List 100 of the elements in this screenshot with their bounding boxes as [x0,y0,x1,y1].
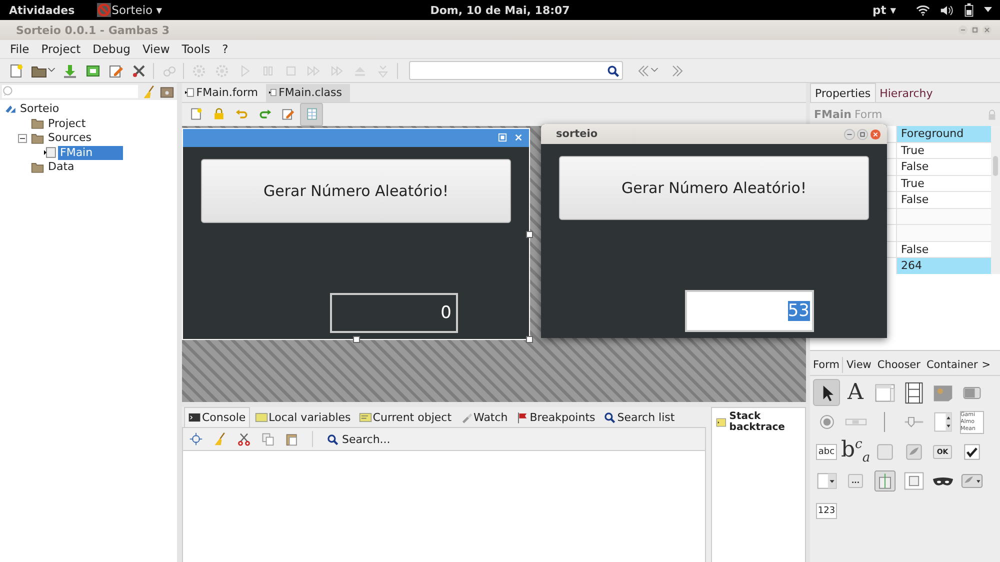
panel-tab[interactable]: Watch [456,407,511,428]
toolbox-tab[interactable]: Form [810,357,844,373]
generate-button[interactable]: Gerar Número Aleatório! [559,156,869,220]
property-value[interactable]: True [897,142,991,158]
menu-item[interactable]: File [4,42,36,56]
volume-icon[interactable] [940,4,954,16]
menu-item[interactable]: Project [35,42,87,56]
folder-icon [30,132,45,145]
menu-item[interactable]: Debug [86,42,136,56]
minimize-icon[interactable] [844,128,855,140]
mask-icon [932,476,952,486]
no-entry-icon [96,3,111,17]
menu-item[interactable]: View [136,42,176,56]
close-icon[interactable] [870,128,881,140]
file-icon [185,87,194,98]
window-title: sorteio [556,128,598,140]
more-tabs-button[interactable]: > [980,359,992,371]
panel-tab[interactable]: Console [184,406,250,428]
crosshair-icon[interactable] [189,432,203,446]
activities-button[interactable]: Atividades [0,4,85,16]
object-icon [358,410,372,424]
maximize-icon [498,133,507,142]
spin-box-icon [932,411,954,433]
property-value[interactable]: False [897,242,991,257]
toolbox-item[interactable]: 123 [813,497,840,524]
file-icon [269,87,277,98]
property-value[interactable]: Foreground [897,126,991,142]
maximize-icon[interactable] [970,25,980,35]
number-field[interactable]: 0 [330,292,458,333]
generate-button[interactable]: Gerar Número Aleatório! [201,158,511,223]
toolbox-tab[interactable]: View [843,357,874,373]
toolbox-item[interactable]: abc [813,438,840,465]
resize-handle[interactable] [526,336,533,343]
editor-tab[interactable]: FMain.class [266,84,350,102]
minimize-icon[interactable] [958,25,968,35]
caret-icon[interactable] [984,7,992,13]
caret-icon[interactable] [48,68,55,73]
panel-tab[interactable]: Breakpoints [512,407,598,428]
redo-arrow-icon [258,107,272,122]
copy-icon[interactable] [261,432,275,446]
panel-tab[interactable]: Current object [356,407,455,428]
clock[interactable]: Dom, 10 de Mai, 18:07 [430,4,570,16]
scrollbar[interactable] [991,126,1000,274]
property-value[interactable]: False [897,159,991,174]
language-selector[interactable]: pt ▾ [872,3,896,17]
wifi-icon[interactable] [916,4,930,16]
number-field[interactable]: 53 [684,290,814,332]
broom-icon[interactable] [213,432,227,446]
new-file-icon [8,62,24,78]
menu-item[interactable]: Tools [176,42,216,56]
window-title: Sorteio 0.0.1 - Gambas 3 [16,24,170,36]
paste-icon[interactable] [285,432,299,446]
tree-item[interactable]: FMain [58,146,123,160]
property-value[interactable]: 264 [897,258,991,274]
panel-tab[interactable]: Local variables [252,407,354,428]
tree-item[interactable]: Sorteio [18,102,62,116]
broom-icon[interactable] [142,84,156,98]
combo-box-icon [816,470,838,492]
property-value[interactable]: False [897,192,991,208]
form-tool-button[interactable] [300,102,323,126]
stack-title: Stack backtrace [729,411,786,434]
padlock-icon [212,107,226,122]
scissors-icon[interactable] [237,432,251,446]
close-icon[interactable] [982,25,992,35]
grid-icon [304,107,318,122]
tree-item[interactable]: Project [46,116,88,131]
search-icon [606,64,620,78]
close-icon [514,133,523,142]
property-value[interactable]: True [897,176,991,191]
package-icon [84,62,100,78]
menu-item[interactable]: ? [216,42,234,56]
separator-line-icon [884,412,885,432]
app-menu-button[interactable]: Sorteio ▾ [94,0,166,20]
note-icon [716,416,726,429]
panel-tab[interactable]: Properties [810,83,876,102]
filter-field[interactable] [2,85,138,98]
toolbox-item[interactable]: A [842,379,869,406]
maximize-icon[interactable] [857,128,868,140]
panel-tab[interactable]: Hierarchy [876,84,937,102]
search-button[interactable]: Search... [326,432,390,446]
panel-tab[interactable]: Search list [600,407,678,428]
toolbox-item[interactable] [813,379,840,406]
folder-icon [30,160,45,174]
tree-item[interactable]: Sources [46,131,94,146]
toolbox-tab[interactable]: Chooser [874,357,924,373]
object-name: FMain [814,108,852,121]
resize-handle[interactable] [353,336,360,343]
search-icon [2,85,15,98]
object-type: Form [854,108,882,121]
battery-icon[interactable] [964,3,974,17]
folder-icon[interactable] [160,84,174,98]
toolbox-tab[interactable]: Container [923,357,981,373]
tree-item[interactable]: Data [46,160,76,174]
resize-handle[interactable] [526,230,533,238]
collapse-icon[interactable] [18,134,27,143]
padlock-icon[interactable] [988,108,996,120]
terminal-icon [188,411,201,424]
flag-icon [516,410,529,424]
search-field[interactable] [409,61,623,80]
film-strip-icon [902,382,924,404]
